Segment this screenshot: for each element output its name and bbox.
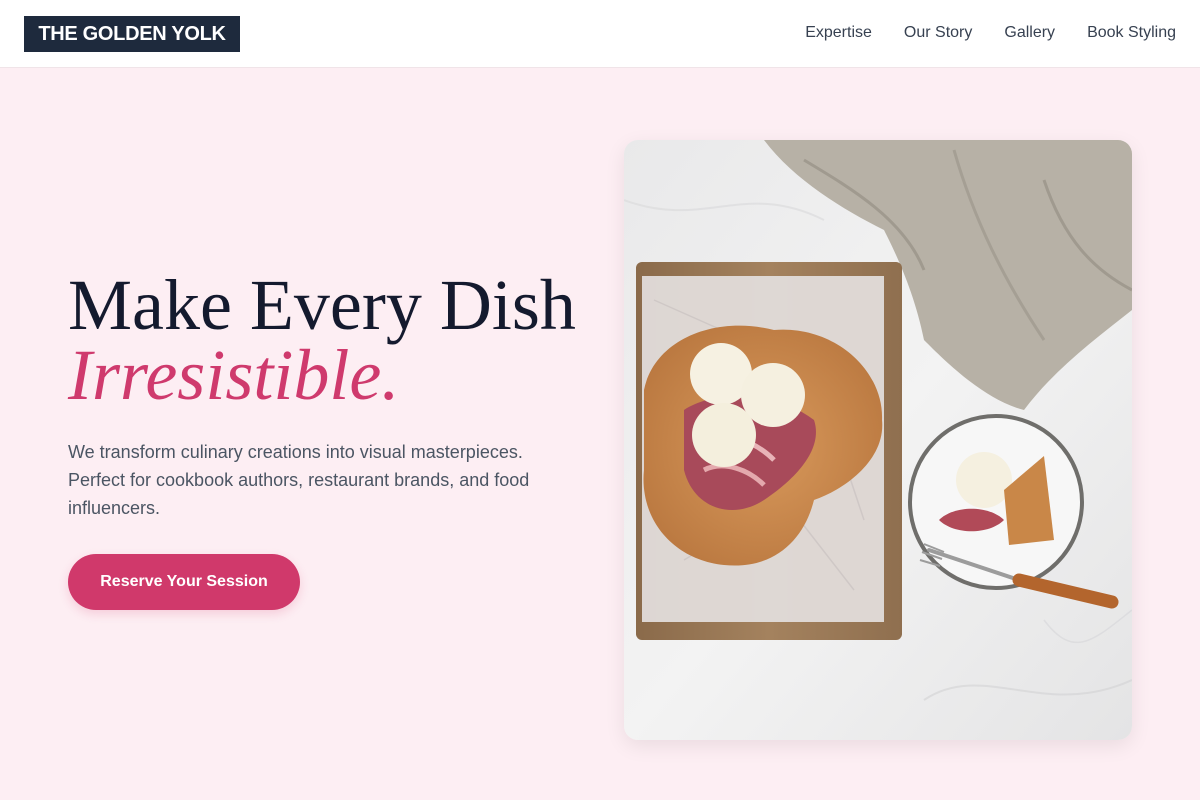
hero-description: We transform culinary creations into vis…	[68, 442, 530, 518]
plate-ice-cream	[956, 452, 1012, 508]
reserve-session-button[interactable]: Reserve Your Session	[68, 554, 300, 610]
galette-illustration	[624, 140, 1132, 740]
hero-title-accent: Irresistible.	[68, 335, 400, 415]
nav-link-gallery[interactable]: Gallery	[1004, 24, 1055, 42]
brand-logo[interactable]: THE GOLDEN YOLK	[24, 16, 240, 52]
main-nav: Expertise Our Story Gallery Book Styling	[805, 0, 1176, 66]
hero-title: Make Every Dish Irresistible.	[68, 269, 608, 415]
nav-link-expertise[interactable]: Expertise	[805, 24, 872, 42]
hero-food-photo	[624, 140, 1132, 740]
ice-cream-scoop	[692, 403, 756, 467]
nav-link-our-story[interactable]: Our Story	[904, 24, 972, 42]
nav-link-book-styling[interactable]: Book Styling	[1087, 24, 1176, 42]
site-header: THE GOLDEN YOLK Expertise Our Story Gall…	[0, 0, 1200, 68]
hero-title-main: Make Every Dish	[68, 265, 576, 345]
